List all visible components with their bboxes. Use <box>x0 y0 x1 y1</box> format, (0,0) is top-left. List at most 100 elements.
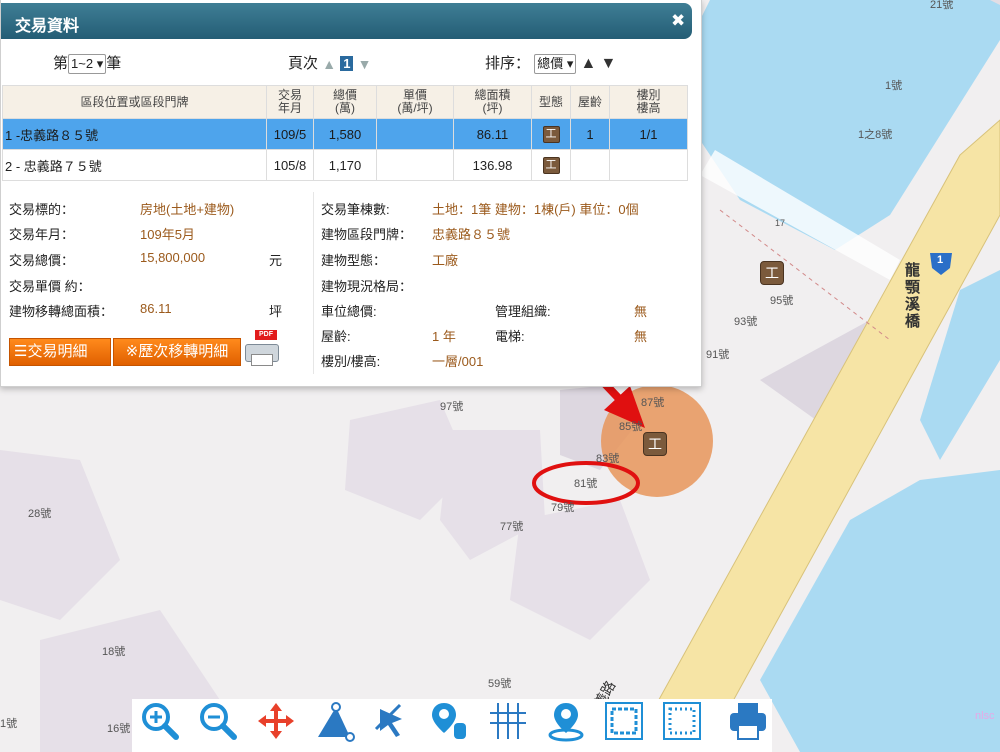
locate-pin-icon[interactable] <box>544 699 588 743</box>
detail-value: 工廠 <box>432 253 459 268</box>
column-header[interactable]: 樓別 樓高 <box>609 85 688 119</box>
sort-selector: 排序： 總價 ▾ ▲ ▼ <box>485 52 616 74</box>
grid-icon[interactable] <box>486 699 530 743</box>
table-row[interactable]: 1 -忠義路８５號 109/5 1,580 86.11 工 1 1/1 <box>2 118 688 150</box>
cell-price: 1,580 <box>313 118 377 150</box>
point-query-icon[interactable] <box>428 699 472 743</box>
column-header[interactable]: 屋齡 <box>570 85 610 119</box>
factory-type-icon: 工 <box>542 157 560 174</box>
column-header[interactable]: 型態 <box>531 85 571 119</box>
detail-label: 樓別/樓高: <box>321 354 381 369</box>
map-label: 21號 <box>930 0 954 11</box>
map-label: 93號 <box>734 316 758 328</box>
detail-label: 車位總價: <box>321 304 377 319</box>
transaction-table: 區段位置或區段門牌 交易 年月 總價 (萬) 單價 (萬/坪) 總面積 (坪) … <box>2 85 688 181</box>
factory-marker-icon[interactable]: 工 <box>760 261 784 285</box>
map-label: 59號 <box>488 678 512 690</box>
map-label: 1號 <box>885 80 903 92</box>
page-label: 頁次 <box>288 55 319 72</box>
cell-area: 86.11 <box>453 118 532 150</box>
cell-age <box>570 149 610 181</box>
cell-unit-price <box>376 149 454 181</box>
detail-label: 交易標的： <box>9 202 75 217</box>
pdf-tag: PDF <box>255 330 277 340</box>
map-label: 1之8號 <box>858 129 893 141</box>
detail-label: 交易年月： <box>9 227 75 242</box>
panel-title: 交易資料 <box>15 18 80 35</box>
detail-label: 屋齡: <box>321 329 351 344</box>
page-selector: 頁次 ▲ 1 ▼ <box>288 52 371 73</box>
print-icon[interactable] <box>726 699 770 743</box>
zoom-out-icon[interactable] <box>196 699 240 743</box>
detail-value: 房地(土地+建物) <box>140 202 235 217</box>
map-toolbar <box>132 699 772 752</box>
select-arrow-icon[interactable] <box>370 699 414 743</box>
detail-label: 建物移轉總面積： <box>9 304 114 319</box>
range-suffix: 筆 <box>106 55 122 72</box>
detail-value: 無 <box>634 304 648 319</box>
detail-unit: 坪 <box>269 304 283 319</box>
list-icon: ☰ <box>14 343 28 360</box>
map-label: 17 <box>775 218 786 228</box>
detail-value: 忠義路８５號 <box>432 227 511 242</box>
column-header[interactable]: 單價 (萬/坪) <box>376 85 454 119</box>
detail-label: 交易總價： <box>9 253 75 268</box>
sort-asc-icon[interactable]: ▲ <box>581 55 597 73</box>
cell-price: 1,170 <box>313 149 377 181</box>
page-next-icon[interactable]: ▼ <box>358 56 372 72</box>
map-label: 77號 <box>500 521 524 533</box>
map-label: 28號 <box>28 508 52 520</box>
factory-type-icon: 工 <box>542 126 560 143</box>
map-label: 87號 <box>641 397 665 409</box>
map-label: 18號 <box>102 646 126 658</box>
page-number[interactable]: 1 <box>340 56 354 71</box>
detail-label: 管理組織: <box>495 304 551 319</box>
map-label: 83號 <box>596 453 620 465</box>
selected-factory-marker-icon[interactable]: 工 <box>643 432 667 456</box>
map-label: 79號 <box>551 502 575 514</box>
transaction-panel: 交易資料 ✖ 第 1~2 ▾ 筆 頁次 ▲ 1 ▼ 排序： 總價 ▾ ▲ ▼ 區段位… <box>0 0 702 387</box>
cell-age: 1 <box>570 118 610 150</box>
cell-unit-price <box>376 118 454 150</box>
map-label: 85號 <box>619 421 643 433</box>
map-label: nlsc <box>975 710 995 722</box>
detail-value: 86.11 <box>140 301 172 316</box>
frame-select-icon[interactable] <box>602 699 646 743</box>
pdf-print-icon[interactable]: PDF <box>243 330 279 366</box>
cell-area: 136.98 <box>453 149 532 181</box>
map-label: 95號 <box>770 295 794 307</box>
history-transfer-button[interactable]: ※歷次移轉明細 <box>113 338 241 366</box>
column-header[interactable]: 交易 年月 <box>266 85 314 119</box>
range-select[interactable]: 1~2 ▾ <box>68 54 107 74</box>
zoom-in-icon[interactable] <box>138 699 182 743</box>
pan-icon[interactable] <box>254 699 298 743</box>
detail-value: 109年5月 <box>140 227 195 242</box>
cell-date: 109/5 <box>266 118 314 150</box>
cell-floor <box>609 149 688 181</box>
detail-value: 一層/001 <box>432 354 484 369</box>
detail-value: 15,800,000 <box>140 250 206 265</box>
detail-unit: 元 <box>269 253 283 268</box>
bridge-label: 龍顎溪橋 <box>905 262 921 330</box>
frame-select-2-icon[interactable] <box>660 699 704 743</box>
sort-desc-icon[interactable]: ▼ <box>601 55 617 73</box>
page-prev-icon[interactable]: ▲ <box>322 56 336 72</box>
transaction-detail-button[interactable]: ☰交易明細 <box>9 338 111 366</box>
column-header[interactable]: 總價 (萬) <box>313 85 377 119</box>
sort-select[interactable]: 總價 ▾ <box>534 54 577 74</box>
column-header[interactable]: 總面積 (坪) <box>453 85 532 119</box>
cell-type: 工 <box>531 149 571 181</box>
cell-floor: 1/1 <box>609 118 688 150</box>
close-icon[interactable]: ✖ <box>671 11 685 31</box>
column-header[interactable]: 區段位置或區段門牌 <box>2 85 267 119</box>
map-label: 1號 <box>0 718 18 730</box>
cell-type: 工 <box>531 118 571 150</box>
cell-address: 2 - 忠義路７５號 <box>2 149 267 181</box>
measure-area-icon[interactable] <box>312 699 356 743</box>
detail-label: 建物區段門牌： <box>321 227 413 242</box>
detail-label: 建物型態： <box>321 253 387 268</box>
detail-value: 1 年 <box>432 329 456 344</box>
detail-value: 土地：1筆 建物：1棟(戶) 車位：0個 <box>432 202 639 217</box>
table-row[interactable]: 2 - 忠義路７５號 105/8 1,170 136.98 工 <box>2 149 688 181</box>
detail-label: 交易單價 約： <box>9 279 91 294</box>
